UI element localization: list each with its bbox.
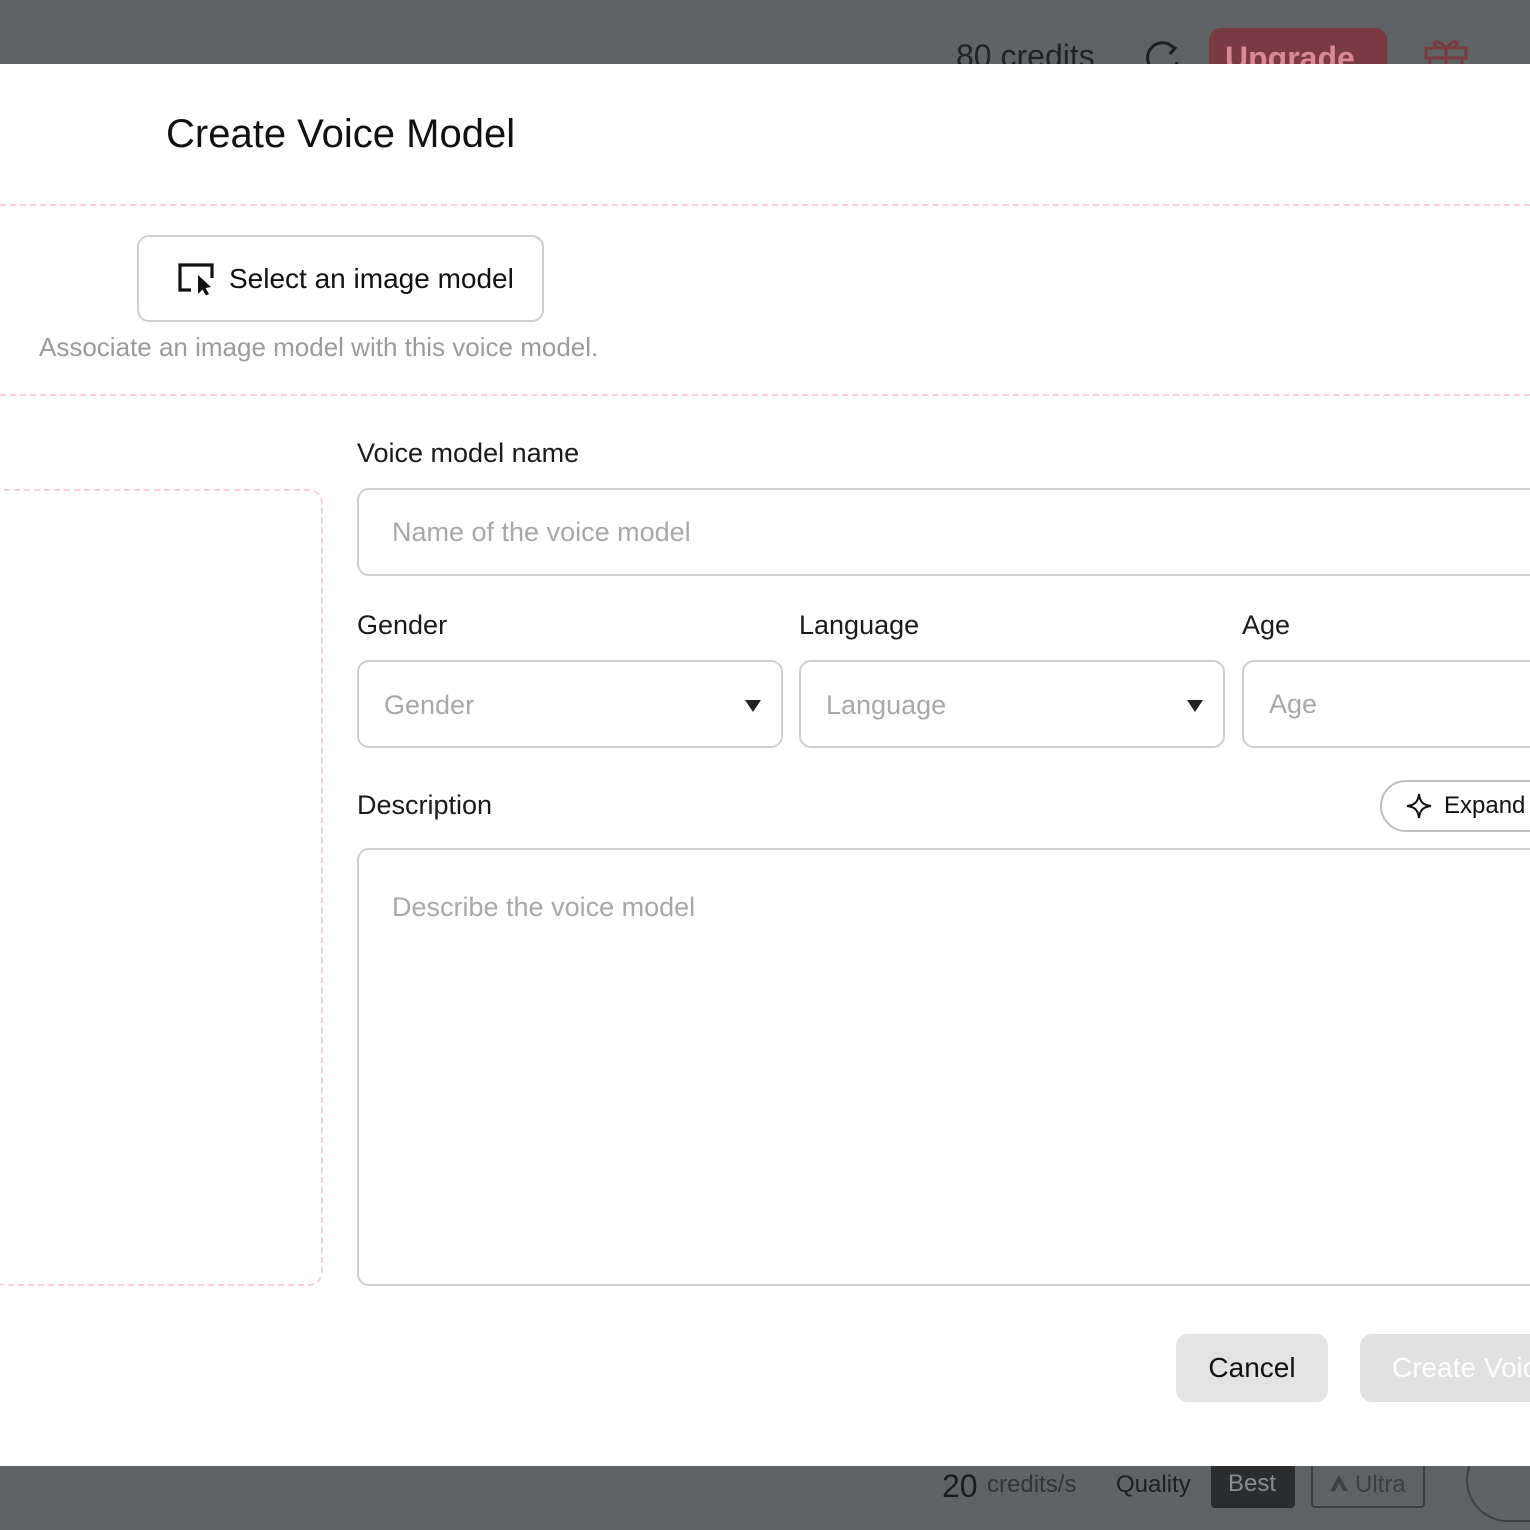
chevron-down-icon [745,700,761,712]
gender-select-value: Gender [384,690,475,720]
age-label: Age [1242,610,1291,640]
quality-ultra-label: Ultra [1355,1471,1406,1498]
image-preview-area [0,489,323,1286]
gender-select[interactable]: Gender [357,660,783,748]
voice-model-name-label: Voice model name [357,438,580,468]
age-input[interactable] [1242,660,1530,748]
chevron-down-icon [1187,700,1203,712]
select-image-model-label: Select an image model [229,262,514,294]
expand-description-button[interactable]: Expand [1380,780,1530,832]
credit-rate-unit: credits/s [987,1471,1077,1498]
sparkle-icon [1406,793,1432,819]
dialog-title: Create Voice Model [166,112,516,156]
upgrade-button: Upgrade [1209,28,1387,64]
quality-best-option: Best [1211,1466,1295,1508]
cancel-button[interactable]: Cancel [1176,1334,1328,1402]
credits-counter: 80 credits [956,38,1095,64]
credit-rate-value: 20 [942,1468,978,1504]
background-round-button [1466,1466,1530,1522]
select-image-model-button[interactable]: Select an image model [137,235,544,322]
background-header: 80 credits Upgrade [0,0,1530,64]
gift-icon [1420,34,1472,64]
section-divider [0,394,1530,396]
description-textarea[interactable] [357,848,1530,1286]
refresh-icon [1140,36,1184,64]
language-select[interactable]: Language [799,660,1225,748]
expand-label: Expand [1444,792,1526,819]
ultra-icon [1330,1475,1348,1491]
cursor-select-icon [178,262,214,295]
quality-label: Quality [1116,1471,1191,1498]
background-footer: 20 credits/s Quality Best Ultra [0,1466,1530,1530]
voice-model-name-input[interactable] [357,488,1530,576]
create-voice-model-button[interactable]: Create Voice Model [1360,1334,1530,1402]
select-image-hint: Associate an image model with this voice… [39,332,599,362]
section-divider [0,204,1530,206]
create-voice-model-dialog: Create Voice Model Select an image model… [0,64,1530,1466]
description-label: Description [357,790,493,820]
gender-label: Gender [357,610,448,640]
quality-ultra-option: Ultra [1311,1466,1425,1508]
language-select-value: Language [826,690,947,720]
language-label: Language [799,610,920,640]
